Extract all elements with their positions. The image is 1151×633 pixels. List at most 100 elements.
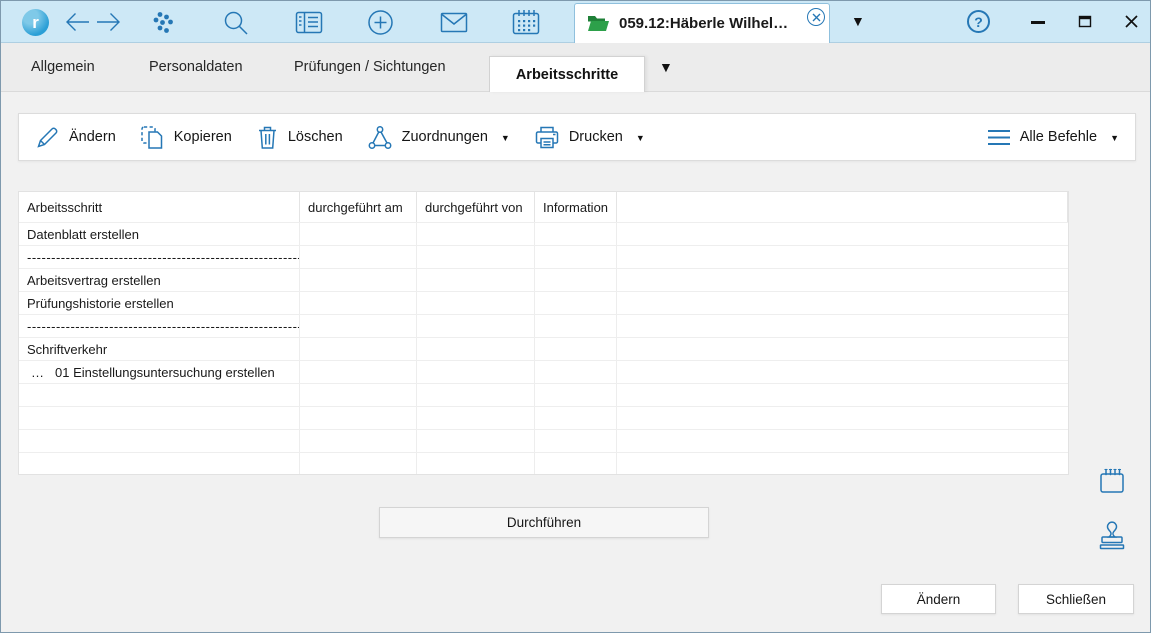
table-cell — [300, 292, 417, 314]
tabbar: Allgemein Personaldaten Prüfungen / Sich… — [1, 43, 1150, 92]
minimize-icon[interactable] — [1031, 21, 1045, 24]
table-cell — [617, 246, 1068, 268]
table-cell — [617, 384, 1068, 406]
table-row[interactable]: Datenblatt erstellen — [19, 222, 1068, 245]
arbeitsschritt-label: Arbeitsvertrag erstellen — [27, 273, 161, 288]
table-separator-row[interactable]: ----------------------------------------… — [19, 314, 1068, 337]
tab-list-dropdown-icon[interactable]: ▼ — [851, 14, 865, 28]
maximize-icon[interactable] — [1078, 14, 1092, 28]
add-circle-icon[interactable] — [367, 9, 394, 36]
arbeitsschritt-label: 01 Einstellungsuntersuchung erstellen — [55, 365, 275, 380]
table-cell — [617, 223, 1068, 245]
table-header-row: Arbeitsschritt durchgeführt am durchgefü… — [19, 192, 1068, 222]
column-header-filler — [617, 192, 1068, 222]
apps-cluster-icon[interactable] — [151, 10, 176, 35]
table-cell: ----------------------------------------… — [19, 315, 300, 337]
table-row[interactable] — [19, 452, 1068, 475]
document-tab[interactable]: 059.12:Häberle Wilhel… — [574, 3, 830, 43]
table-cell: Schriftverkehr — [19, 338, 300, 360]
table-row[interactable]: Arbeitsvertrag erstellen — [19, 268, 1068, 291]
table-row[interactable]: …01 Einstellungsuntersuchung erstellen — [19, 360, 1068, 383]
arbeitsschritt-label: ----------------------------------------… — [27, 250, 300, 265]
kopieren-toolbar-button[interactable]: Kopieren — [140, 125, 232, 150]
table-cell — [417, 384, 535, 406]
ellipsis-prefix: … — [31, 365, 55, 380]
table-cell — [300, 384, 417, 406]
table-cell — [617, 407, 1068, 429]
notepad-icon[interactable] — [1098, 467, 1126, 495]
aendern-toolbar-button[interactable]: Ändern — [35, 125, 116, 150]
toolbar-label: Zuordnungen — [402, 129, 488, 145]
zuordnungen-toolbar-button[interactable]: Zuordnungen ▼ — [367, 125, 510, 150]
table-cell — [300, 361, 417, 383]
alle-befehle-button[interactable]: Alle Befehle ▼ — [987, 129, 1119, 146]
table-cell: ----------------------------------------… — [19, 246, 300, 268]
table-cell: Arbeitsvertrag erstellen — [19, 269, 300, 291]
toolbar: Ändern Kopieren Löschen — [18, 113, 1136, 161]
table-cell: Prüfungshistorie erstellen — [19, 292, 300, 314]
table-cell — [535, 453, 617, 475]
table-cell — [535, 361, 617, 383]
titlebar: r — [1, 1, 1150, 43]
table-cell — [535, 246, 617, 268]
tab-pruefungen-sichtungen[interactable]: Prüfungen / Sichtungen — [294, 43, 446, 91]
stamp-icon[interactable] — [1097, 519, 1127, 551]
table-cell — [535, 407, 617, 429]
help-icon[interactable]: ? — [967, 10, 990, 33]
table-cell — [300, 407, 417, 429]
forward-arrow-icon[interactable] — [95, 11, 122, 33]
close-window-icon[interactable] — [1124, 14, 1139, 29]
close-document-icon[interactable] — [807, 8, 825, 26]
arbeitsschritt-label: ----------------------------------------… — [27, 319, 300, 334]
mail-icon[interactable] — [440, 12, 468, 33]
column-header-information[interactable]: Information — [535, 192, 617, 222]
back-arrow-icon[interactable] — [64, 11, 91, 33]
table-cell — [300, 246, 417, 268]
app-logo-icon[interactable]: r — [22, 9, 49, 36]
table-cell — [617, 453, 1068, 475]
table-cell: Datenblatt erstellen — [19, 223, 300, 245]
network-icon — [367, 125, 393, 150]
table-row[interactable] — [19, 383, 1068, 406]
column-header-durchgefuehrt-von[interactable]: durchgeführt von — [417, 192, 535, 222]
toolbar-label: Alle Befehle — [1020, 129, 1097, 145]
search-icon[interactable] — [222, 9, 249, 36]
tab-allgemein[interactable]: Allgemein — [31, 43, 95, 91]
calendar-icon[interactable] — [512, 9, 540, 35]
chevron-down-icon: ▼ — [501, 134, 510, 143]
news-icon[interactable] — [295, 11, 323, 34]
loeschen-toolbar-button[interactable]: Löschen — [256, 125, 343, 150]
table-body: Datenblatt erstellen --------------------… — [19, 222, 1068, 475]
table-separator-row[interactable]: ----------------------------------------… — [19, 245, 1068, 268]
chevron-down-icon: ▼ — [1110, 134, 1119, 143]
table-row[interactable] — [19, 429, 1068, 452]
chevron-down-icon: ▼ — [636, 134, 645, 143]
table-row[interactable]: Schriftverkehr — [19, 337, 1068, 360]
arbeitsschritt-label: Prüfungshistorie erstellen — [27, 296, 174, 311]
arbeitsschritte-table: Arbeitsschritt durchgeführt am durchgefü… — [18, 191, 1069, 475]
table-cell — [300, 430, 417, 452]
table-cell — [617, 361, 1068, 383]
table-cell — [535, 269, 617, 291]
column-header-arbeitsschritt[interactable]: Arbeitsschritt — [19, 192, 300, 222]
aendern-button[interactable]: Ändern — [881, 584, 996, 614]
table-cell — [617, 292, 1068, 314]
drucken-toolbar-button[interactable]: Drucken ▼ — [534, 125, 645, 150]
table-cell — [535, 223, 617, 245]
schliessen-button[interactable]: Schließen — [1018, 584, 1134, 614]
tab-arbeitsschritte[interactable]: Arbeitsschritte — [489, 56, 645, 92]
toolbar-label: Drucken — [569, 129, 623, 145]
table-cell — [417, 453, 535, 475]
table-cell — [535, 384, 617, 406]
arbeitsschritt-label: Datenblatt erstellen — [27, 227, 139, 242]
table-row[interactable]: Prüfungshistorie erstellen — [19, 291, 1068, 314]
column-header-durchgefuehrt-am[interactable]: durchgeführt am — [300, 192, 417, 222]
table-cell — [617, 338, 1068, 360]
table-cell — [19, 384, 300, 406]
folder-open-icon — [587, 14, 610, 33]
tab-personaldaten[interactable]: Personaldaten — [149, 43, 243, 91]
more-tabs-dropdown-icon[interactable]: ▼ — [659, 60, 673, 74]
table-row[interactable] — [19, 406, 1068, 429]
table-cell — [300, 223, 417, 245]
durchfuehren-button[interactable]: Durchführen — [379, 507, 709, 538]
